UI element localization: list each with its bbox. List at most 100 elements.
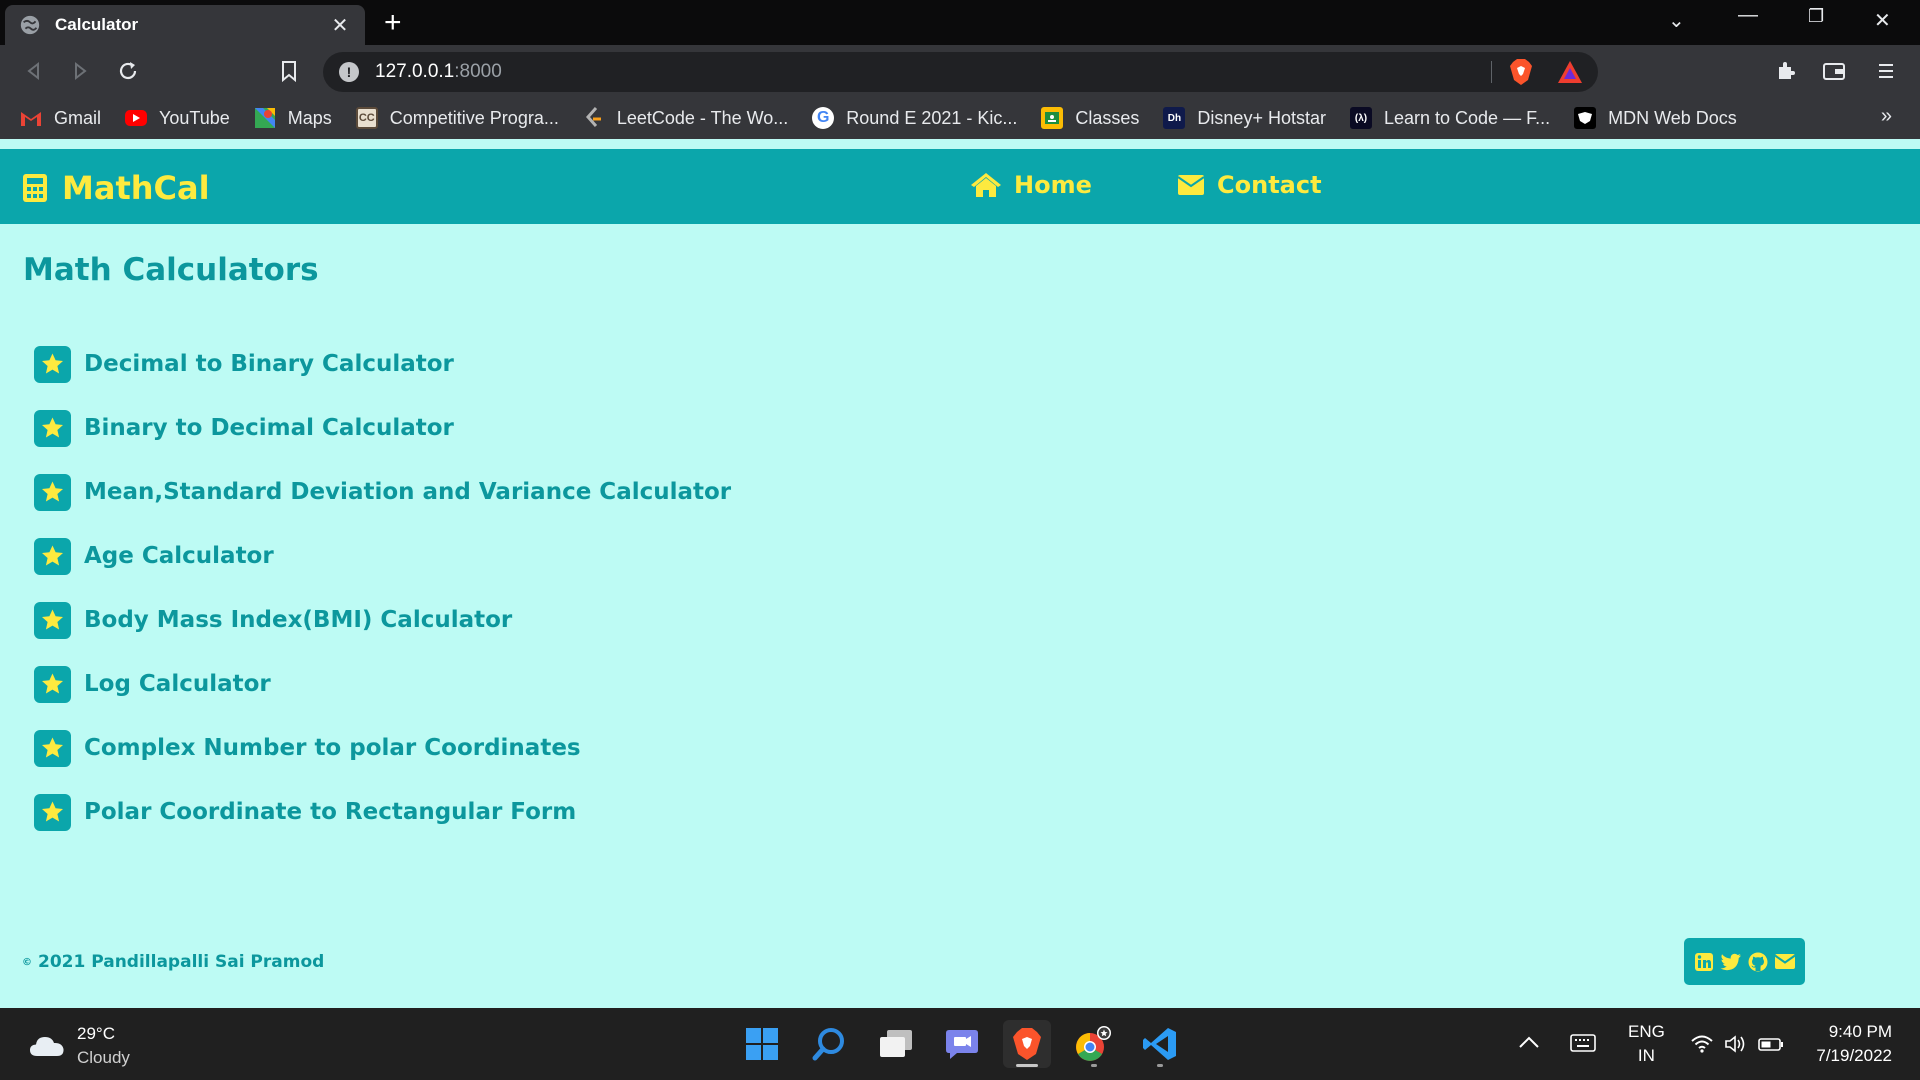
tab-strip: Calculator ✕ + ⌄ — ❐ ✕ [0,0,1920,45]
calculator-link[interactable]: Decimal to Binary Calculator [84,351,454,377]
back-icon[interactable] [18,55,50,87]
bookmark-gmail[interactable]: Gmail [20,107,101,129]
github-icon[interactable] [1747,951,1769,973]
site-info-icon[interactable]: ! [339,62,359,82]
bookmark-label: Disney+ Hotstar [1197,107,1326,128]
bookmark-hotstar[interactable]: Dh Disney+ Hotstar [1163,107,1326,129]
bookmark-freecodecamp[interactable]: (λ) Learn to Code — F... [1349,107,1550,129]
new-tab-icon[interactable]: + [384,8,402,38]
tab-search-icon[interactable]: ⌄ [1668,8,1685,33]
start-button[interactable] [738,1020,786,1068]
star-icon [34,537,71,575]
taskbar: 29°C Cloudy ENG IN 9:40 PM 7/19/2022 [0,1008,1920,1080]
forward-icon[interactable] [64,55,96,87]
bookmark-cc[interactable]: CC Competitive Progra... [355,107,559,129]
calculator-link[interactable]: Binary to Decimal Calculator [84,415,454,441]
address-bar[interactable]: ! 127.0.0.1:8000 [323,52,1598,92]
browser-tab[interactable]: Calculator ✕ [5,5,365,45]
page-title: Math Calculators [23,252,319,288]
keyboard-icon[interactable] [1570,1034,1596,1059]
windows-icon [746,1028,778,1060]
volume-icon [1725,1035,1745,1053]
brand-name: MathCal [62,169,210,207]
list-item: Age Calculator [34,524,731,588]
calculator-link[interactable]: Age Calculator [84,543,274,569]
star-icon [34,729,71,767]
list-item: Decimal to Binary Calculator [34,332,731,396]
site-navbar: MathCal Home Contact [0,149,1920,224]
bookmark-maps[interactable]: Maps [254,107,332,129]
calculator-link[interactable]: Body Mass Index(BMI) Calculator [84,607,512,633]
task-view-button[interactable] [872,1020,920,1068]
battery-icon [1758,1038,1783,1051]
vscode-icon [1143,1028,1176,1060]
list-item: Binary to Decimal Calculator [34,396,731,460]
bookmark-label: Maps [287,107,332,128]
reload-icon[interactable] [112,55,144,87]
star-icon [34,793,71,831]
brave-taskbar-button[interactable] [1003,1020,1051,1068]
bookmark-label: Classes [1075,107,1140,128]
show-hidden-icons[interactable] [1518,1032,1540,1056]
calculator-link[interactable]: Mean,Standard Deviation and Variance Cal… [84,479,731,505]
brave-shields-icon[interactable] [1509,58,1533,86]
home-icon [971,173,1001,197]
nav-home[interactable]: Home [970,171,1092,199]
leetcode-icon [583,107,605,129]
brave-rewards-icon[interactable] [1557,60,1583,84]
quick-settings[interactable] [1690,1034,1784,1054]
tab-close-icon[interactable]: ✕ [327,13,353,38]
star-icon [34,409,71,447]
menu-icon[interactable] [1870,55,1902,87]
weather-widget[interactable]: 29°C Cloudy [28,1022,130,1070]
bookmark-leetcode[interactable]: LeetCode - The Wo... [583,107,788,129]
bookmark-mdn[interactable]: MDN Web Docs [1574,107,1737,129]
bookmark-youtube[interactable]: YouTube [125,108,230,129]
star-icon [34,473,71,511]
bookmarks-bar: Gmail YouTube Maps CC Competitive Progra… [0,97,1920,139]
nav-contact[interactable]: Contact [1177,171,1322,199]
envelope-icon[interactable] [1774,951,1796,973]
nav-contact-label: Contact [1217,171,1322,199]
minimize-icon[interactable]: — [1738,4,1758,27]
restore-icon[interactable]: ❐ [1808,6,1824,27]
maps-icon [254,107,276,129]
close-window-icon[interactable]: ✕ [1874,8,1891,33]
bookmark-icon[interactable] [273,55,305,87]
bookmark-label: MDN Web Docs [1608,107,1737,128]
nav-home-label: Home [1014,171,1092,199]
weather-desc: Cloudy [77,1048,130,1067]
brave-icon [1013,1028,1041,1060]
linkedin-icon[interactable] [1693,951,1715,973]
list-item: Polar Coordinate to Rectangular Form [34,780,731,844]
copyright: © 2021 Pandillapalli Sai Pramod [22,952,324,972]
language-indicator[interactable]: ENG IN [1628,1020,1665,1068]
copyright-text: 2021 Pandillapalli Sai Pramod [38,952,325,972]
extensions-icon[interactable] [1770,55,1802,87]
clock[interactable]: 9:40 PM 7/19/2022 [1808,1020,1892,1068]
teams-chat-button[interactable] [938,1020,986,1068]
url-divider [1491,61,1492,83]
taskbar-search[interactable] [805,1020,853,1068]
brand-link[interactable]: MathCal [22,169,210,207]
search-icon [812,1028,844,1061]
url-host: 127.0.0.1 [375,61,455,82]
chat-icon [946,1030,978,1059]
calculator-link[interactable]: Polar Coordinate to Rectangular Form [84,799,576,825]
bookmark-classes[interactable]: Classes [1041,107,1139,129]
list-item: Log Calculator [34,652,731,716]
google-icon: G [812,107,835,129]
calculator-icon [23,174,47,202]
bookmark-kickstart[interactable]: G Round E 2021 - Kic... [812,107,1017,129]
bookmark-label: YouTube [159,107,230,128]
calculator-link[interactable]: Complex Number to polar Coordinates [84,735,581,761]
calculator-list: Decimal to Binary Calculator Binary to D… [34,332,731,844]
wallet-icon[interactable] [1818,55,1850,87]
social-links [1684,938,1805,985]
twitter-icon[interactable] [1720,951,1742,973]
running-indicator [1157,1064,1163,1067]
more-bookmarks-icon[interactable]: » [1881,105,1892,128]
calculator-link[interactable]: Log Calculator [84,671,271,697]
chrome-taskbar-button[interactable] [1070,1020,1118,1068]
vscode-taskbar-button[interactable] [1136,1020,1184,1068]
